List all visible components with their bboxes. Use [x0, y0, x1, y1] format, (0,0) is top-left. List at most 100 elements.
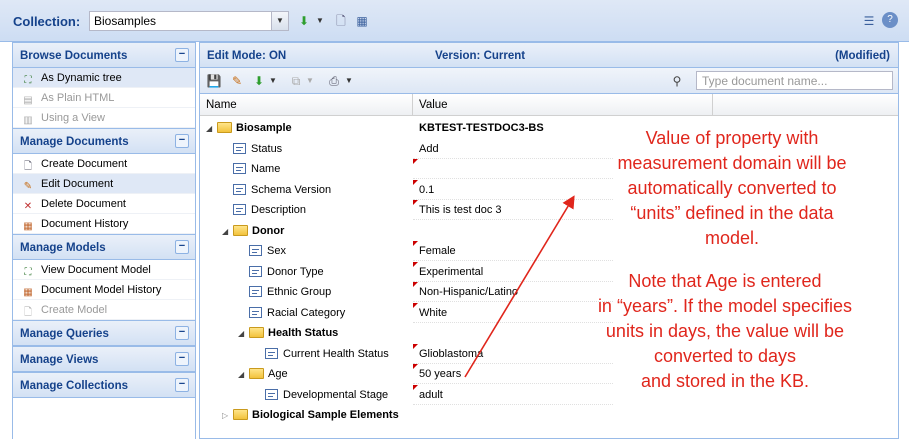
- collection-select-value: Biosamples: [94, 14, 157, 28]
- expand-arrow-open-icon[interactable]: ◢: [238, 329, 246, 338]
- nav-item-label: Create Document: [41, 158, 128, 170]
- expand-arrow-closed-icon[interactable]: ▷: [222, 411, 230, 420]
- tree-icon: ⛶: [24, 267, 32, 278]
- tree-node-label: Ethnic Group: [267, 286, 332, 298]
- section-header-manage-views[interactable]: Manage Views −: [13, 346, 195, 372]
- tree-node-label: Developmental Stage: [283, 388, 389, 401]
- new-document-icon[interactable]: 🗋: [332, 12, 350, 30]
- tree-node-value[interactable]: This is test doc 3: [419, 204, 502, 216]
- collapse-icon[interactable]: −: [175, 378, 189, 392]
- binoculars-icon[interactable]: ⚲: [668, 72, 686, 90]
- modified-marker-icon: [413, 200, 418, 205]
- nav-item-label: Create Model: [41, 304, 108, 316]
- tree-node-value[interactable]: 0.1: [419, 184, 434, 196]
- section-header-browse-documents[interactable]: Browse Documents −: [13, 42, 195, 68]
- editor-header: Edit Mode: ON Version: Current (Modified…: [200, 42, 898, 68]
- collapse-icon[interactable]: −: [175, 134, 189, 148]
- table-icon[interactable]: ▦: [353, 12, 371, 30]
- tree-node-value[interactable]: Add: [419, 143, 439, 155]
- property-icon: [249, 306, 262, 318]
- tree-row-biological-sample-elements[interactable]: ▷ Biological Sample Elements: [200, 405, 898, 426]
- expand-arrow-open-icon[interactable]: ◢: [222, 227, 230, 236]
- nav-item-create-model: 🗋 Create Model: [13, 300, 195, 320]
- expand-arrow-open-icon[interactable]: ◢: [206, 124, 214, 133]
- annotation-line: Value of property with: [645, 128, 819, 148]
- annotation-line: automatically converted to: [627, 178, 837, 198]
- download-menu-chevron-icon[interactable]: ▼: [264, 72, 282, 90]
- edit-icon[interactable]: ✎: [228, 72, 246, 90]
- collapse-icon[interactable]: −: [175, 326, 189, 340]
- property-icon: [233, 183, 246, 195]
- nav-item-view-document-model[interactable]: ⛶ View Document Model: [13, 260, 195, 280]
- document-search-input[interactable]: [696, 71, 893, 90]
- tree-node-label: Age: [268, 368, 288, 380]
- collection-label: Collection:: [13, 14, 81, 29]
- folder-icon: [249, 368, 264, 379]
- tree-node-value[interactable]: Glioblastoma: [419, 348, 483, 360]
- section-title: Manage Queries: [20, 328, 109, 340]
- tree-node-name: ▷ Biological Sample Elements: [222, 409, 399, 421]
- chevron-down-icon[interactable]: ▼: [271, 12, 288, 30]
- tree-node-value[interactable]: Non-Hispanic/Latino: [419, 286, 518, 298]
- html-icon: ▤: [23, 95, 33, 106]
- annotation-line: Note that Age is entered: [628, 271, 822, 291]
- collapse-icon[interactable]: −: [175, 352, 189, 366]
- navigation-panel: Browse Documents − ⛶ As Dynamic tree ▤ As Pla…: [12, 42, 196, 439]
- new-document-icon: 🗋: [23, 161, 33, 172]
- import-menu-chevron-icon[interactable]: ▼: [340, 72, 358, 90]
- list-view-icon[interactable]: ☰: [860, 12, 878, 30]
- section-header-manage-queries[interactable]: Manage Queries −: [13, 320, 195, 346]
- nav-item-label: Edit Document: [41, 178, 114, 190]
- tree-node-label: Schema Version: [251, 183, 332, 196]
- column-header-value[interactable]: Value: [413, 94, 713, 116]
- tree-node-name: Description: [233, 204, 306, 216]
- collapse-icon[interactable]: −: [175, 48, 189, 62]
- help-icon[interactable]: ?: [882, 12, 898, 28]
- tree-node-label: Sex: [267, 245, 286, 257]
- section-title: Manage Documents: [20, 136, 129, 148]
- tree-node-label: Racial Category: [267, 306, 346, 319]
- nav-item-label: Document Model History: [41, 284, 162, 296]
- annotation-line: model.: [704, 228, 760, 248]
- tree-node-value[interactable]: White: [419, 307, 447, 319]
- grid-header: Name Value: [200, 94, 898, 116]
- section-title: Manage Models: [20, 242, 106, 254]
- tree-node-value[interactable]: KBTEST-TESTDOC3-BS: [419, 122, 544, 134]
- annotation-age-note: Note that Age is entered in “years”. If t…: [560, 269, 890, 394]
- tree-node-value[interactable]: Female: [419, 245, 456, 257]
- folder-icon: [233, 409, 248, 420]
- nav-item-create-document[interactable]: 🗋 Create Document: [13, 154, 195, 174]
- modified-marker-icon: [413, 343, 418, 349]
- tree-node-name: Ethnic Group: [249, 286, 331, 298]
- nav-item-document-model-history[interactable]: ▦ Document Model History: [13, 280, 195, 300]
- property-icon: [249, 286, 262, 297]
- column-header-name[interactable]: Name: [200, 94, 413, 116]
- nav-item-label: View Document Model: [41, 264, 151, 276]
- section-header-manage-collections[interactable]: Manage Collections −: [13, 372, 195, 398]
- section-header-manage-documents[interactable]: Manage Documents −: [13, 128, 195, 154]
- nav-item-delete-document[interactable]: ✕ Delete Document: [13, 194, 195, 214]
- property-icon: [249, 265, 262, 277]
- tree-node-label: Donor: [252, 224, 285, 237]
- save-icon[interactable]: 💾: [205, 72, 223, 90]
- tree-node-label: Biological Sample Elements: [252, 409, 399, 421]
- nav-item-document-history[interactable]: ▦ Document History: [13, 214, 195, 234]
- collapse-icon[interactable]: −: [175, 240, 189, 254]
- download-menu-chevron-icon[interactable]: ▼: [311, 12, 329, 30]
- collection-select[interactable]: Biosamples ▼: [89, 11, 289, 31]
- history-icon: ▦: [23, 287, 33, 298]
- section-header-manage-models[interactable]: Manage Models −: [13, 234, 195, 260]
- nav-item-as-dynamic-tree[interactable]: ⛶ As Dynamic tree: [13, 68, 195, 88]
- modified-marker-icon: [413, 302, 418, 308]
- tree-node-label: Name: [251, 163, 281, 175]
- folder-icon: [249, 327, 264, 338]
- tree-node-value[interactable]: adult: [419, 389, 443, 401]
- tree-node-value[interactable]: Experimental: [419, 266, 483, 278]
- nav-item-label: As Plain HTML: [41, 92, 115, 104]
- tree-node-value[interactable]: 50 years: [419, 368, 461, 380]
- delete-document-icon: ✕: [23, 201, 33, 212]
- folder-icon: [217, 122, 232, 133]
- nav-item-using-a-view: ▥ Using a View: [13, 108, 195, 128]
- expand-arrow-open-icon[interactable]: ◢: [238, 370, 246, 379]
- nav-item-edit-document[interactable]: ✎ Edit Document: [13, 174, 195, 194]
